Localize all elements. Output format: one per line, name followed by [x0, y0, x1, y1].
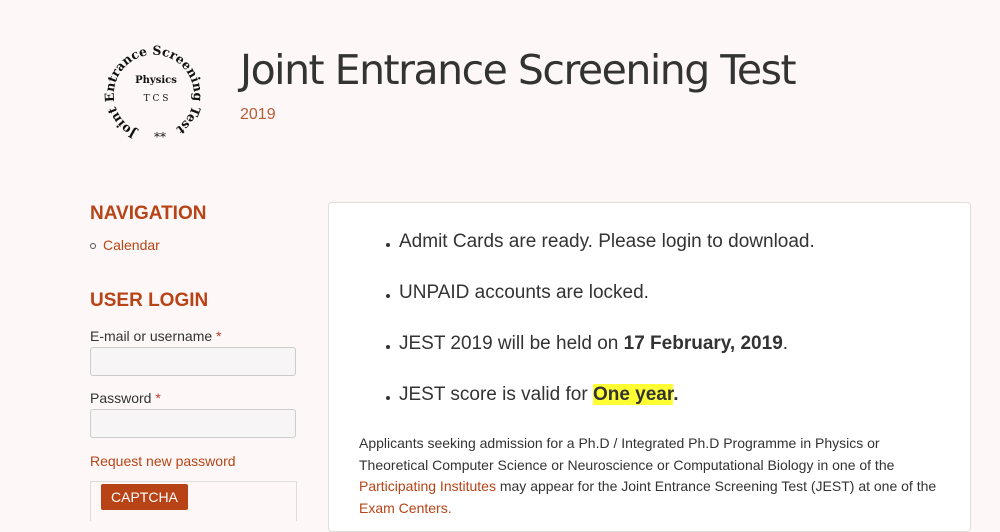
announcement-text: UNPAID accounts are locked. [399, 282, 649, 303]
logo-stars: ** [154, 130, 166, 143]
participating-institutes-link[interactable]: Participating Institutes [359, 478, 496, 494]
intro-text: Applicants seeking admission for a Ph.D … [359, 435, 895, 473]
logo-ring-text: Joint Entrance Screening Test [102, 43, 206, 143]
exam-date: 17 February, 2019 [623, 333, 783, 354]
password-label: Password * [90, 390, 161, 406]
main-content: Admit Cards are ready. Please login to d… [328, 202, 971, 532]
request-new-password-link[interactable]: Request new password [90, 453, 236, 469]
announcement-suffix: . [673, 384, 679, 405]
site-name[interactable]: Joint Entrance Screening Test [240, 47, 797, 93]
exam-centers-link[interactable]: Exam Centers. [359, 500, 452, 516]
username-input[interactable] [90, 347, 296, 376]
navigation-menu: Calendar [90, 237, 160, 253]
announcement-unpaid: UNPAID accounts are locked. [386, 282, 649, 304]
username-label: E-mail or username * [90, 328, 222, 344]
validity-highlight: One year [592, 384, 674, 405]
required-marker: * [155, 390, 161, 406]
nav-item-calendar: Calendar [90, 237, 160, 253]
announcement-admit-cards: Admit Cards are ready. Please login to d… [386, 231, 815, 253]
announcement-validity: JEST score is valid for One year. [386, 384, 679, 406]
intro-paragraph: Applicants seeking admission for a Ph.D … [359, 433, 949, 519]
captcha-legend[interactable]: CAPTCHA [101, 484, 188, 510]
intro-text: may appear for the Joint Entrance Screen… [495, 478, 937, 494]
captcha-fieldset: CAPTCHA [90, 481, 297, 521]
username-label-text: E-mail or username [90, 328, 213, 344]
announcement-text: JEST 2019 will be held on [399, 333, 624, 354]
announcement-exam-date: JEST 2019 will be held on 17 February, 2… [385, 333, 789, 355]
announcement-text: JEST score is valid for [399, 384, 593, 405]
logo-center-bottom: T C S [144, 94, 169, 104]
announcement-suffix: . [782, 333, 789, 354]
site-logo[interactable]: Joint Entrance Screening Test Physics T … [100, 33, 210, 144]
site-slogan: 2019 [240, 106, 276, 123]
announcement-text: Admit Cards are ready. Please login to d… [399, 231, 815, 252]
svg-text:Joint Entrance Screening Test: Joint Entrance Screening Test [102, 43, 206, 143]
required-marker: * [216, 328, 222, 344]
password-label-text: Password [90, 390, 152, 406]
logo-center-top: Physics [135, 75, 177, 86]
navigation-title: NAVIGATION [90, 203, 207, 224]
user-login-title: USER LOGIN [90, 290, 209, 311]
password-input[interactable] [90, 409, 296, 438]
calendar-link[interactable]: Calendar [103, 237, 160, 253]
